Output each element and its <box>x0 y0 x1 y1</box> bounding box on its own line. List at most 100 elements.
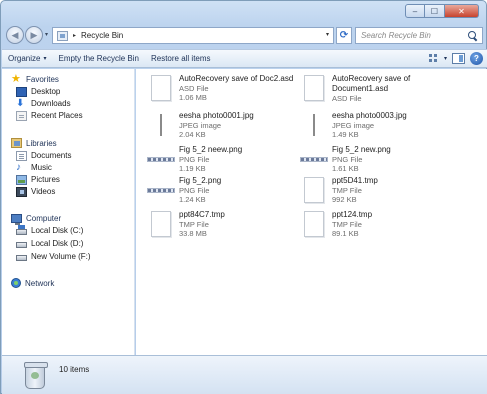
sidebar-item-pictures[interactable]: Pictures <box>16 174 60 185</box>
file-type: TMP File <box>179 220 209 229</box>
downloads-icon: ⬇ <box>16 97 25 109</box>
command-bar: Organize ▾ Empty the Recycle Bin Restore… <box>2 49 487 68</box>
file-name: eesha photo0001.jpg <box>179 111 254 120</box>
sidebar-item-new-volume-f[interactable]: New Volume (F:) <box>16 251 91 262</box>
file-type: ASD File <box>332 94 362 103</box>
file-name: Fig 5_2 new.png <box>332 145 391 154</box>
breadcrumb-separator-icon[interactable]: ▸ <box>73 32 76 39</box>
libraries-label: Libraries <box>26 138 57 148</box>
file-thumbnail <box>300 73 328 103</box>
chevron-down-icon: ▾ <box>43 56 47 62</box>
address-bar[interactable]: ▸ Recycle Bin ▾ <box>52 27 334 44</box>
sidebar-item-label: Documents <box>31 151 72 160</box>
drive-icon <box>16 255 27 261</box>
sidebar-item-label: Music <box>31 163 52 172</box>
sidebar-item-label: Downloads <box>31 99 71 108</box>
file-name: Fig 5_2 neew.png <box>179 145 243 154</box>
videos-icon <box>16 186 27 197</box>
sidebar-item-local-disk-c[interactable]: Local Disk (C:) <box>16 225 83 236</box>
views-dropdown-icon[interactable]: ▾ <box>444 55 447 62</box>
file-item[interactable]: ppt5D41.tmp TMP File 992 KB <box>300 175 448 207</box>
system-drive-icon <box>16 225 27 235</box>
search-input[interactable]: Search Recycle Bin <box>356 31 467 40</box>
png-file-icon <box>147 187 175 193</box>
file-item[interactable]: ppt84C7.tmp TMP File 33.8 MB <box>147 209 295 241</box>
sidebar-item-videos[interactable]: Videos <box>16 186 55 197</box>
file-type: PNG File <box>179 186 210 195</box>
sidebar-favorites[interactable]: ★ Favorites <box>11 73 59 85</box>
sidebar-item-music[interactable]: ♪ Music <box>16 162 52 173</box>
sidebar-item-downloads[interactable]: ⬇ Downloads <box>16 98 71 109</box>
libraries-icon <box>11 138 22 148</box>
file-item[interactable]: Fig 5_2 neew.png PNG File 1.19 KB <box>147 144 295 176</box>
file-details: eesha photo0003.jpg JPEG image 1.49 KB <box>332 110 407 142</box>
maximize-button[interactable]: ☐ <box>425 4 445 18</box>
organize-button[interactable]: Organize ▾ <box>2 50 52 67</box>
refresh-button[interactable]: ⟳ <box>336 27 352 44</box>
document-file-icon <box>151 75 171 101</box>
sidebar-item-desktop[interactable]: Desktop <box>16 86 60 97</box>
png-file-icon <box>147 156 175 162</box>
network-icon <box>11 278 21 288</box>
file-size: 1.06 MB <box>179 93 207 102</box>
file-name: AutoRecovery save of <box>332 74 411 83</box>
minimize-button[interactable]: – <box>405 4 425 18</box>
recycle-bin-small-icon <box>57 30 68 41</box>
file-list: AutoRecovery save of Doc2.asd ASD File 1.0… <box>136 69 487 355</box>
file-item[interactable]: eesha photo0001.jpg JPEG image 2.04 KB <box>147 110 295 142</box>
item-count: 10 items <box>59 365 90 374</box>
search-box[interactable]: Search Recycle Bin <box>355 27 483 44</box>
back-button[interactable]: ◀ <box>6 26 24 44</box>
change-view-icon[interactable] <box>428 54 439 63</box>
forward-button[interactable]: ▶ <box>25 26 43 44</box>
recent-places-icon <box>16 110 27 121</box>
file-type: JPEG image <box>179 121 222 130</box>
document-file-icon <box>304 177 324 203</box>
organize-label: Organize <box>8 54 41 63</box>
file-item[interactable]: AutoRecovery save of Document1.asd ASD Fil… <box>300 73 448 105</box>
sidebar-network[interactable]: Network <box>11 277 54 289</box>
file-name: ppt124.tmp <box>332 210 373 219</box>
file-size: 33.8 MB <box>179 229 207 238</box>
recycle-bin-icon <box>24 362 48 389</box>
documents-icon <box>16 150 27 161</box>
file-thumbnail <box>147 144 175 174</box>
png-file-icon <box>300 156 328 162</box>
empty-recycle-bin-button[interactable]: Empty the Recycle Bin <box>52 50 144 67</box>
file-type: TMP File <box>332 186 362 195</box>
recent-pages-dropdown[interactable]: ▾ <box>45 31 48 38</box>
sidebar-item-recent-places[interactable]: Recent Places <box>16 110 83 121</box>
file-type: ASD File <box>179 84 209 93</box>
caption-buttons: – ☐ ✕ <box>405 4 479 18</box>
navigation-bar: ◀ ▶ ▾ ▸ Recycle Bin ▾ ⟳ Search Recycle B… <box>5 24 484 46</box>
close-button[interactable]: ✕ <box>445 4 479 18</box>
refresh-icon: ⟳ <box>339 30 349 41</box>
favorites-label: Favorites <box>26 74 59 84</box>
restore-all-items-button[interactable]: Restore all items <box>145 50 217 67</box>
file-item[interactable]: ppt124.tmp TMP File 89.1 KB <box>300 209 448 241</box>
file-item[interactable]: AutoRecovery save of Doc2.asd ASD File 1.0… <box>147 73 295 105</box>
sidebar-item-local-disk-d[interactable]: Local Disk (D:) <box>16 238 83 249</box>
navigation-pane: ★ Favorites Desktop ⬇ Downloads Recent P… <box>2 69 135 355</box>
help-icon[interactable]: ? <box>470 52 483 65</box>
file-thumbnail <box>147 110 175 140</box>
file-size: 1.49 KB <box>332 130 359 139</box>
file-item[interactable]: Fig 5_2 new.png PNG File 1.61 KB <box>300 144 448 176</box>
back-arrow-icon: ◀ <box>11 29 19 40</box>
file-type: TMP File <box>332 220 362 229</box>
sidebar-computer[interactable]: Computer <box>11 212 61 225</box>
breadcrumb-recycle-bin[interactable]: Recycle Bin <box>81 31 123 40</box>
search-icon[interactable] <box>467 30 479 42</box>
sidebar-item-label: Recent Places <box>31 111 83 120</box>
address-dropdown-icon[interactable]: ▾ <box>326 31 329 38</box>
file-details: ppt124.tmp TMP File 89.1 KB <box>332 209 372 241</box>
file-thumbnail <box>300 144 328 174</box>
file-item[interactable]: eesha photo0003.jpg JPEG image 1.49 KB <box>300 110 448 142</box>
sidebar-libraries[interactable]: Libraries <box>11 137 57 149</box>
file-size: 992 KB <box>332 195 357 204</box>
file-details: ppt5D41.tmp TMP File 992 KB <box>332 175 378 207</box>
file-name: AutoRecovery save of Doc2.asd <box>179 74 294 83</box>
file-item[interactable]: Fig 5_2.png PNG File 1.24 KB <box>147 175 295 207</box>
preview-pane-icon[interactable] <box>452 53 465 64</box>
sidebar-item-documents[interactable]: Documents <box>16 150 71 161</box>
